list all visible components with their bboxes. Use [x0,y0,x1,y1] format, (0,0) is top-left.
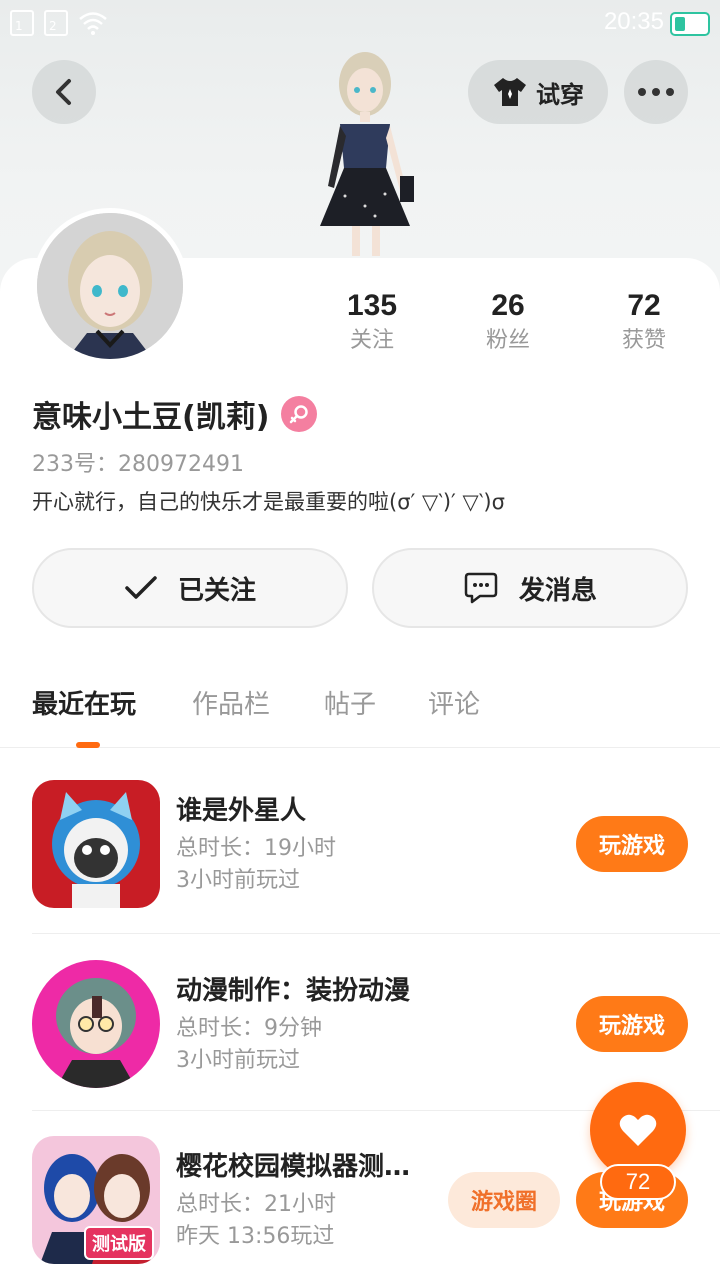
try-on-label: 试穿 [536,80,584,109]
stat-value: 72 [627,289,661,322]
game-duration: 总时长：19小时 [176,836,336,861]
follow-button[interactable]: 已关注 [32,548,348,628]
stat-following[interactable]: 135 关注 [304,286,440,356]
wifi-icon [79,12,107,35]
tab-bar: 最近在玩 作品栏 帖子 评论 [0,676,720,748]
game-duration: 总时长：21小时 [176,1192,336,1217]
stats-row: 135 关注 26 粉丝 72 获赞 [304,286,712,366]
more-icon [638,88,674,96]
tab-comments[interactable]: 评论 [428,684,480,721]
like-count-badge: 72 [600,1164,676,1200]
game-title: 谁是外星人 [176,796,307,826]
stat-followers[interactable]: 26 粉丝 [440,286,576,356]
female-icon [281,396,318,432]
avatar-image [37,213,183,359]
user-name: 意味小土豆(凯莉) [32,400,270,435]
game-last-played: 3小时前玩过 [176,1048,300,1073]
tshirt-icon [494,78,526,106]
divider [32,933,720,934]
battery-icon [670,12,710,36]
stat-label: 关注 [349,328,394,353]
more-button[interactable] [624,60,688,124]
game-title: 樱花校园模拟器测… [176,1152,411,1182]
avatar[interactable] [32,208,188,364]
stat-label: 粉丝 [485,328,530,353]
try-on-button[interactable]: 试穿 [468,60,608,124]
game-icon: 测试版 [32,1136,160,1264]
play-game-button[interactable]: 玩游戏 [576,816,688,872]
chat-icon [464,572,498,604]
follow-label: 已关注 [177,575,256,606]
stat-value: 135 [346,289,398,322]
clock: 20:35 [603,8,664,35]
game-icon [32,960,160,1088]
tab-works[interactable]: 作品栏 [192,684,270,721]
heart-icon [619,1114,657,1146]
sim1-label: 1 [15,19,23,33]
sim2-label: 2 [49,19,57,33]
active-tab-indicator [76,742,100,748]
game-title: 动漫制作：装扮动漫 [176,976,411,1006]
game-circle-button[interactable]: 游戏圈 [448,1172,560,1228]
message-label: 发消息 [518,575,597,606]
status-bar: 1 2 20:35 [0,0,720,48]
stat-label: 获赞 [621,328,666,353]
back-button[interactable] [32,60,96,124]
test-version-badge: 测试版 [84,1226,154,1260]
game-duration: 总时长：9分钟 [176,1016,322,1041]
sim2-icon: 2 [44,10,68,36]
check-icon [125,576,157,599]
game-last-played: 3小时前玩过 [176,868,300,893]
avatar-figure [320,52,414,256]
list-item[interactable]: 谁是外星人 总时长：19小时 3小时前玩过 玩游戏 [0,780,720,956]
game-last-played: 昨天 13:56玩过 [176,1224,335,1249]
name-row: 意味小土豆(凯莉) [32,392,318,436]
stat-likes[interactable]: 72 获赞 [576,286,712,356]
user-id: 233号：280972491 [32,452,244,477]
play-game-button[interactable]: 玩游戏 [576,996,688,1052]
tab-recently-played[interactable]: 最近在玩 [32,684,136,721]
game-icon [32,780,160,908]
tab-posts[interactable]: 帖子 [324,684,376,721]
chevron-left-icon [56,79,71,105]
stat-value: 26 [491,289,525,322]
user-bio: 开心就行，自己的快乐才是最重要的啦(σ′ ▽‵)′ ▽‵)σ [32,490,505,514]
message-button[interactable]: 发消息 [372,548,688,628]
sim1-icon: 1 [10,10,34,36]
